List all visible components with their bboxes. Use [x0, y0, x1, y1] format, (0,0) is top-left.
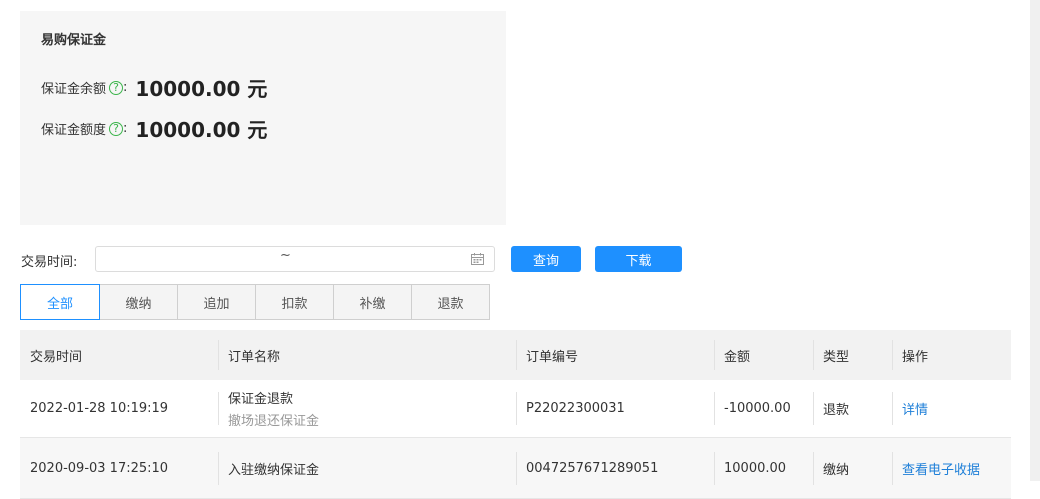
table-header: 交易时间 订单名称 订单编号 金额 类型 操作: [20, 330, 1011, 380]
right-scroll-strip: [1030, 0, 1040, 481]
balance-label: 保证金余额: [41, 82, 107, 97]
cell-type: 缴纳: [813, 438, 892, 498]
cell-time: 2020-09-03 17:25:10: [20, 438, 218, 498]
colon: :: [123, 121, 128, 136]
col-amount: 金额: [724, 349, 751, 365]
type-tabs: 全部 缴纳 追加 扣款 补缴 退款: [20, 284, 490, 320]
transactions-table: 交易时间 订单名称 订单编号 金额 类型 操作 2022-01-28 10:19…: [20, 330, 1011, 499]
cell-order-no: P22022300031: [516, 380, 714, 437]
tab-refund[interactable]: 退款: [411, 284, 490, 320]
calendar-icon[interactable]: [471, 253, 484, 265]
col-name: 订单名称: [228, 349, 281, 365]
receipt-link[interactable]: 查看电子收据: [902, 459, 1011, 478]
query-button[interactable]: 查询: [511, 246, 581, 272]
range-separator: ~: [280, 248, 291, 263]
cell-name: 保证金退款 撤场退还保证金: [218, 380, 516, 437]
cell-time: 2022-01-28 10:19:19: [20, 380, 218, 437]
date-range-input[interactable]: ~: [95, 246, 495, 272]
deposit-card: 易购保证金 保证金余额 ? : 10000.00 元 保证金额度 ? : 100…: [20, 11, 506, 225]
colon: :: [123, 80, 128, 95]
col-order-no: 订单编号: [526, 349, 579, 365]
col-action: 操作: [902, 349, 929, 365]
cell-type: 退款: [813, 380, 892, 437]
order-no-text: 0047257671289051: [526, 460, 659, 476]
cell-amount: 10000.00: [714, 438, 813, 498]
quota-label: 保证金额度: [41, 123, 107, 138]
cell-name: 入驻缴纳保证金: [218, 438, 516, 498]
quota-value: 10000.00 元: [135, 118, 268, 142]
cell-amount: -10000.00: [714, 380, 813, 437]
detail-link[interactable]: 详情: [902, 399, 1011, 418]
order-subname: 撤场退还保证金: [228, 414, 320, 429]
download-button[interactable]: 下载: [595, 246, 682, 272]
order-no-text: P22022300031: [526, 401, 625, 416]
tab-all[interactable]: 全部: [20, 284, 100, 320]
tab-append[interactable]: 追加: [177, 284, 256, 320]
tab-repay[interactable]: 补缴: [333, 284, 412, 320]
trade-time-label: 交易时间:: [21, 255, 78, 270]
cell-action: 查看电子收据: [892, 438, 1011, 498]
order-name: 保证金退款: [228, 392, 294, 407]
cell-order-no: 0047257671289051: [516, 438, 714, 498]
help-icon[interactable]: ?: [109, 121, 124, 136]
time-text: 2022-01-28 10:19:19: [30, 401, 169, 416]
table-row: 2022-01-28 10:19:19 保证金退款 撤场退还保证金 P22022…: [20, 380, 1011, 438]
cell-action: 详情: [892, 380, 1011, 437]
tab-deduct[interactable]: 扣款: [255, 284, 334, 320]
col-time: 交易时间: [30, 349, 83, 365]
amount-text: -10000.00: [724, 401, 791, 416]
help-icon[interactable]: ?: [109, 80, 124, 95]
table-row: 2020-09-03 17:25:10 入驻缴纳保证金 004725767128…: [20, 438, 1011, 499]
order-name: 入驻缴纳保证金: [228, 462, 320, 478]
col-type: 类型: [823, 349, 850, 365]
deposit-title: 易购保证金: [41, 33, 107, 48]
amount-text: 10000.00: [724, 460, 787, 476]
balance-value: 10000.00 元: [135, 77, 268, 101]
balance-row: 保证金余额 ? : 10000.00 元: [41, 73, 267, 102]
time-text: 2020-09-03 17:25:10: [30, 460, 169, 476]
tab-pay[interactable]: 缴纳: [99, 284, 178, 320]
quota-row: 保证金额度 ? : 10000.00 元: [41, 114, 267, 143]
type-text: 退款: [823, 403, 850, 418]
type-text: 缴纳: [823, 462, 850, 478]
